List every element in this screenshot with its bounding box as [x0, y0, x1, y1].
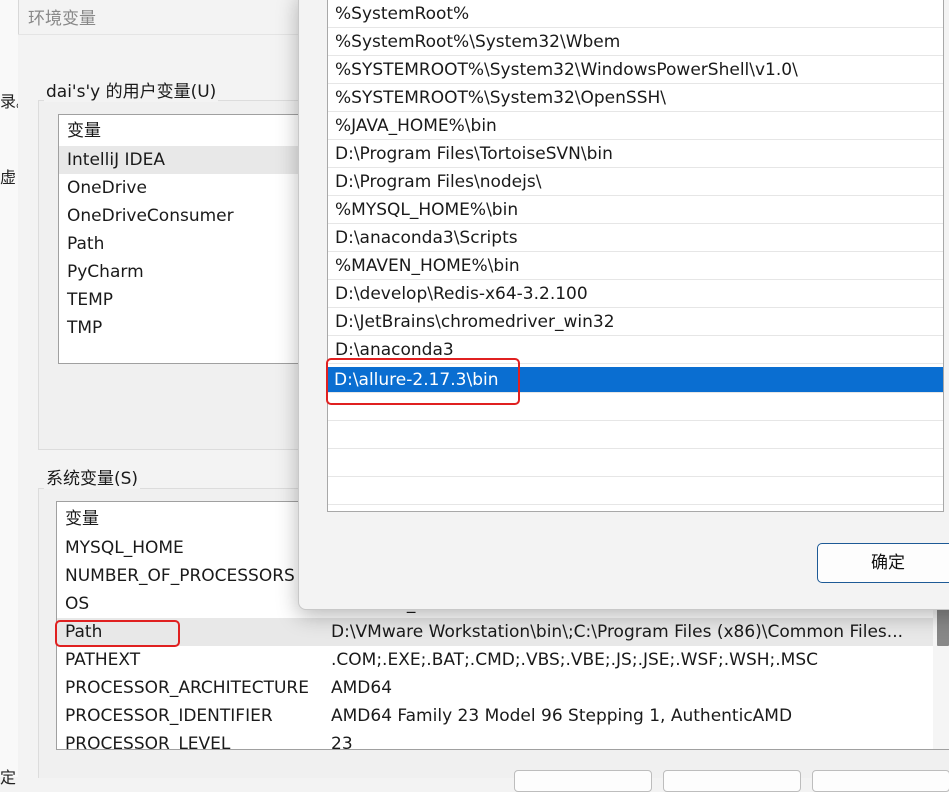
table-row[interactable]: PROCESSOR_LEVEL 23: [57, 730, 933, 749]
column-header-variable: 变量: [67, 121, 101, 141]
list-item[interactable]: D:\Program Files\TortoiseSVN\bin: [328, 140, 943, 168]
list-item[interactable]: D:\anaconda3\Scripts: [328, 224, 943, 252]
background-text-fragment: 录。: [0, 92, 18, 111]
list-item[interactable]: %JAVA_HOME%\bin: [328, 112, 943, 140]
list-item[interactable]: D:\anaconda3: [328, 336, 943, 364]
table-row[interactable]: Path D:\VMware Workstation\bin\;C:\Progra…: [57, 618, 933, 646]
empty-list-row[interactable]: [328, 393, 943, 421]
list-item[interactable]: D:\develop\Redis-x64-3.2.100: [328, 280, 943, 308]
table-row[interactable]: PATHEXT .COM;.EXE;.BAT;.CMD;.VBS;.VBE;.JS…: [57, 646, 933, 674]
list-item[interactable]: %MYSQL_HOME%\bin: [328, 196, 943, 224]
list-item[interactable]: %SYSTEMROOT%\System32\WindowsPowerShell\…: [328, 56, 943, 84]
list-item[interactable]: OneDrive: [59, 174, 309, 202]
empty-list-row[interactable]: [328, 449, 943, 477]
empty-list-row[interactable]: [328, 477, 943, 505]
ok-button[interactable]: 确定: [817, 543, 949, 583]
column-header-variable: 变量: [65, 509, 99, 529]
list-item-selected[interactable]: D:\allure-2.17.3\bin: [328, 367, 943, 393]
list-item[interactable]: PyCharm: [59, 258, 309, 286]
background-text-fragment: 定: [0, 768, 17, 787]
empty-list-row[interactable]: [328, 421, 943, 449]
list-item[interactable]: %SYSTEMROOT%\System32\OpenSSH\: [328, 84, 943, 112]
list-item[interactable]: %MAVEN_HOME%\bin: [328, 252, 943, 280]
edit-button[interactable]: [663, 770, 801, 792]
list-item[interactable]: D:\Program Files\nodejs\: [328, 168, 943, 196]
delete-button[interactable]: [812, 770, 949, 792]
list-item[interactable]: OneDriveConsumer: [59, 202, 309, 230]
table-row[interactable]: PROCESSOR_ARCHITECTURE AMD64: [57, 674, 933, 702]
list-item[interactable]: %SystemRoot%\System32\Wbem: [328, 28, 943, 56]
user-vars-list[interactable]: 变量 IntelliJ IDEA OneDrive OneDriveConsum…: [58, 114, 310, 364]
background-window-edge: [0, 0, 19, 777]
list-item[interactable]: Path: [59, 230, 309, 258]
new-button[interactable]: [514, 770, 652, 792]
window-title: 环境变量: [28, 9, 96, 29]
user-vars-header[interactable]: 变量: [59, 117, 309, 145]
list-item[interactable]: %SystemRoot%: [328, 0, 943, 28]
user-vars-label: dai's'y 的用户变量(U): [44, 77, 219, 102]
list-item[interactable]: IntelliJ IDEA: [59, 146, 309, 174]
list-item[interactable]: TMP: [59, 314, 309, 342]
table-row[interactable]: PROCESSOR_IDENTIFIER AMD64 Family 23 Mode…: [57, 702, 933, 730]
list-item[interactable]: TEMP: [59, 286, 309, 314]
background-text-fragment: 虚: [0, 168, 17, 187]
list-item[interactable]: D:\JetBrains\chromedriver_win32: [328, 308, 943, 336]
path-entries-list[interactable]: %SystemRoot% %SystemRoot%\System32\Wbem …: [327, 0, 944, 512]
system-vars-label: 系统变量(S): [44, 464, 141, 489]
